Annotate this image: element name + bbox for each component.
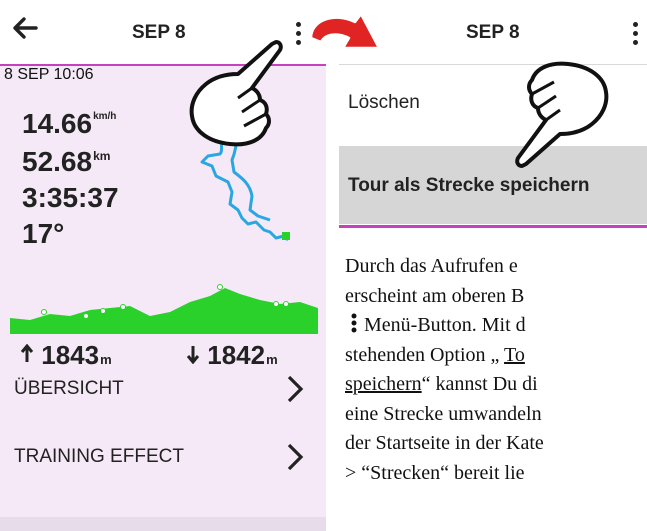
text-fragment: stehenden Option „ [345,343,505,366]
option-link: To [504,343,525,366]
page-title: SEP 8 [466,22,520,43]
training-effect-row[interactable]: TRAINING EFFECT [0,426,326,490]
speed-stat: 14.66km/h [22,108,116,140]
text-line: eine Strecke umwandeln [345,402,542,425]
kebab-dot [296,31,301,36]
menu-item-label: Tour als Strecke speichern [348,175,590,196]
accent-line [339,225,647,228]
duration-stat: 3:35:37 [22,182,119,213]
text-line: Durch das Aufrufen e [345,255,518,277]
next-row-edge [0,517,326,531]
option-link: speichern [345,373,422,395]
back-button[interactable] [12,14,38,50]
instruction-text: Durch das Aufrufen e erscheint am oberen… [345,252,647,531]
kebab-dot [633,40,638,45]
text-fragment: “ kannst Du di [421,373,538,395]
page-title: SEP 8 [132,22,186,43]
temperature-stat: 17° [22,218,65,249]
pointing-hand-icon [515,61,609,168]
distance-unit: km [93,149,111,163]
overview-label: ÜBERSICHT [14,378,124,399]
curved-arrow-icon [309,12,381,50]
text-fragment: Menü-Button. Mit d [359,314,526,336]
activity-timestamp: 8 SEP 10:06 [4,66,94,83]
text-line: > “Strecken“ bereit lie [345,461,525,484]
text-line: speichern“ kannst Du di [345,370,647,400]
kebab-menu-icon [633,22,638,27]
text-line: stehenden Option „ To [345,341,647,371]
chevron-right-icon [287,375,304,403]
kebab-menu-icon [296,22,301,27]
training-effect-label: TRAINING EFFECT [14,446,184,467]
arrow-left-icon [13,17,38,39]
pointing-hand-icon [189,40,283,147]
text-line: Menü-Button. Mit d [345,311,647,341]
finish-marker-icon [282,232,290,240]
distance-stat: 52.68km [22,146,110,178]
overview-row[interactable]: ÜBERSICHT [0,358,326,422]
menu-item-label: Löschen [348,92,420,113]
kebab-menu-button[interactable] [629,16,641,52]
kebab-dot [633,31,638,36]
kebab-menu-icon [351,313,357,333]
text-line: erscheint am oberen B [345,284,525,307]
speed-unit: km/h [93,111,117,122]
distance-value: 52.68 [22,146,93,177]
kebab-dot [296,40,301,45]
kebab-menu-button[interactable] [292,16,304,52]
speed-value: 14.66 [22,108,93,139]
text-line: der Startseite in der Kate [345,432,544,454]
chevron-right-icon [287,443,304,471]
elevation-profile [10,284,318,334]
